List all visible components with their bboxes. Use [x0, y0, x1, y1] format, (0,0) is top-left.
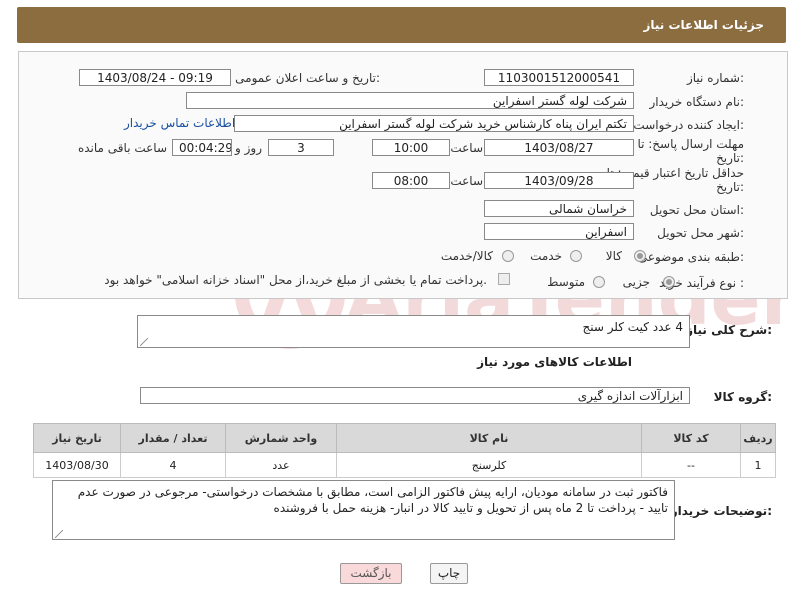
price-time-label: ساعت — [450, 174, 483, 188]
resize-grip-icon[interactable] — [55, 530, 63, 538]
cell-need-date: 1403/08/30 — [33, 452, 121, 478]
send-deadline-label-2: تاریخ: — [716, 151, 744, 165]
city-label: شهر محل تحویل: — [657, 226, 744, 240]
purchase-radio-minor[interactable] — [663, 276, 675, 288]
buyer-org-label: نام دستگاه خریدار: — [649, 95, 745, 109]
cell-quantity: 4 — [120, 452, 226, 478]
buyer-notes-text: فاکتور ثبت در سامانه مودیان، ارایه پیش ف… — [77, 485, 668, 515]
table-header-row: ردیف کد کالا نام کالا واحد شمارش تعداد /… — [33, 423, 776, 453]
purchase-radio-medium[interactable] — [593, 276, 605, 288]
days-field[interactable]: 3 — [268, 139, 334, 156]
column-header-unit: واحد شمارش — [225, 423, 337, 453]
column-header-need-date: تاریخ نیاز — [33, 423, 121, 453]
need-description-text: 4 عدد کیت کلر سنج — [582, 320, 683, 334]
column-header-item-code: کد کالا — [641, 423, 741, 453]
creator-label: ایجاد کننده درخواست: — [633, 118, 744, 132]
need-number-label: شماره نیاز: — [686, 71, 744, 85]
send-date-field[interactable]: 1403/08/27 — [484, 139, 634, 156]
remaining-time-field[interactable]: 00:04:29 — [172, 139, 232, 156]
purchase-option-minor: جزیی — [622, 275, 650, 289]
goods-section-title: اطلاعات کالاهای مورد نیاز — [477, 355, 632, 369]
print-button[interactable]: چاپ — [430, 563, 468, 584]
buyer-org-field[interactable]: شرکت لوله گستر اسفراین — [186, 92, 634, 109]
creator-field[interactable]: تکتم ایران پناه کارشناس خرید شرکت لوله گ… — [234, 115, 634, 132]
buyer-notes-field[interactable]: فاکتور ثبت در سامانه مودیان، ارایه پیش ف… — [52, 480, 675, 540]
category-radio-goods-service[interactable] — [502, 250, 514, 262]
category-option-goods: کالا — [605, 249, 622, 263]
send-time-label: ساعت — [450, 141, 483, 155]
days-label: روز و — [235, 141, 262, 155]
price-time-field[interactable]: 08:00 — [372, 172, 450, 189]
treasury-payment-note: پرداخت تمام یا بخشی از مبلغ خرید،از محل … — [104, 273, 487, 287]
category-label: طبقه بندی موضوعی: — [637, 250, 744, 264]
buyer-contact-link[interactable]: اطلاعات تماس خریدار — [124, 116, 235, 130]
need-description-field[interactable]: 4 عدد کیت کلر سنج — [137, 315, 690, 348]
buyer-notes-label: توضیحات خریدار: — [670, 504, 772, 518]
category-radio-goods[interactable] — [634, 250, 646, 262]
goods-table: ردیف کد کالا نام کالا واحد شمارش تعداد /… — [33, 423, 776, 478]
province-field[interactable]: خراسان شمالی — [484, 200, 634, 217]
price-deadline-label-2: تاریخ: — [716, 180, 744, 194]
cell-row-number: 1 — [740, 452, 776, 478]
back-button[interactable]: بازگشت — [340, 563, 402, 584]
resize-grip-icon[interactable] — [140, 338, 148, 346]
category-option-service: خدمت — [530, 249, 562, 263]
send-time-field[interactable]: 10:00 — [372, 139, 450, 156]
city-field[interactable]: اسفراین — [484, 223, 634, 240]
announce-label: تاریخ و ساعت اعلان عمومی: — [235, 71, 380, 85]
announce-field[interactable]: 1403/08/24 - 09:19 — [79, 69, 231, 86]
need-description-label: شرح کلی نیاز: — [686, 323, 772, 337]
category-option-goods-service: کالا/خدمت — [440, 249, 493, 263]
goods-group-label: گروه کالا: — [713, 390, 772, 404]
table-row: 1 -- کلرسنج عدد 4 1403/08/30 — [33, 452, 776, 478]
cell-item-code: -- — [641, 452, 741, 478]
page-header: جزئیات اطلاعات نیاز — [17, 7, 786, 43]
purchase-option-medium: متوسط — [547, 275, 585, 289]
need-number-field[interactable]: 1103001512000541 — [484, 69, 634, 86]
price-date-field[interactable]: 1403/09/28 — [484, 172, 634, 189]
remaining-time-label: ساعت باقی مانده — [77, 141, 167, 155]
column-header-row-number: ردیف — [740, 423, 776, 453]
send-deadline-label: مهلت ارسال پاسخ: تا — [637, 137, 744, 151]
column-header-quantity: تعداد / مقدار — [120, 423, 226, 453]
page-title: جزئیات اطلاعات نیاز — [643, 18, 764, 32]
cell-item-name: کلرسنج — [336, 452, 642, 478]
column-header-item-name: نام کالا — [336, 423, 642, 453]
province-label: استان محل تحویل: — [649, 203, 744, 217]
goods-group-field[interactable]: ابزارآلات اندازه گیری — [140, 387, 690, 404]
treasury-payment-checkbox[interactable] — [498, 273, 510, 285]
cell-unit: عدد — [225, 452, 337, 478]
category-radio-service[interactable] — [570, 250, 582, 262]
